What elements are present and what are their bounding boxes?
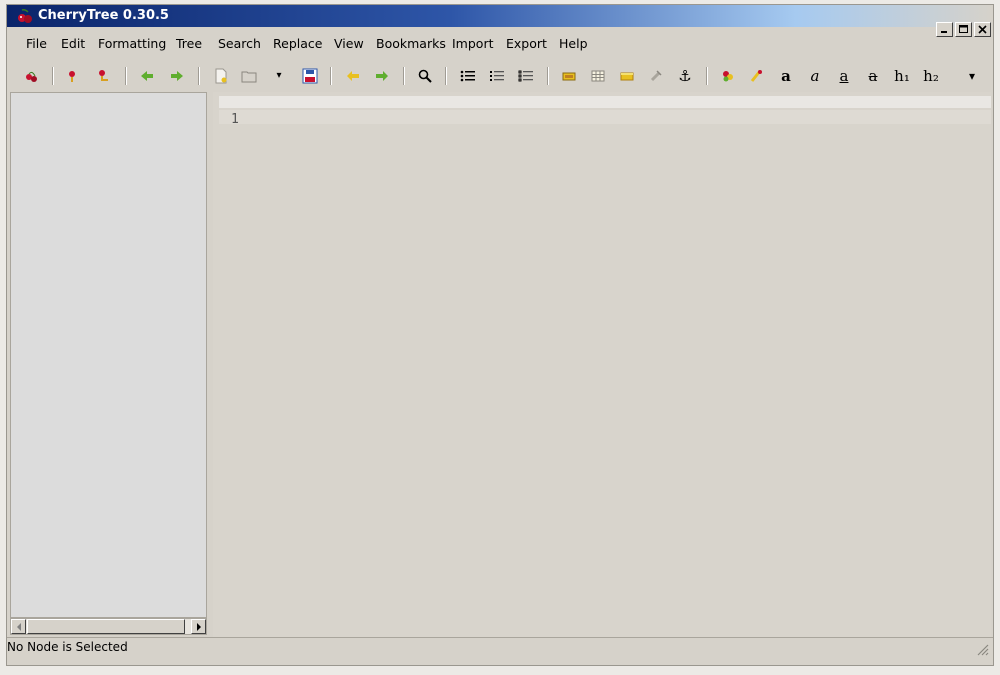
open-folder-icon[interactable] [238, 65, 260, 87]
underline-button[interactable]: a [833, 65, 855, 87]
main-toolbar: ▾ ⚓ a a a a h₁ h₂ ▾ [7, 61, 993, 91]
toolbar-separator [198, 67, 200, 85]
toolbar-separator [52, 67, 54, 85]
cherry-app-icon [16, 8, 34, 24]
status-bar: No Node is Selected [7, 637, 993, 658]
bold-button[interactable]: a [775, 65, 797, 87]
toolbar-separator [445, 67, 447, 85]
menu-formatting[interactable]: Formatting [98, 36, 166, 51]
toolbar-separator [706, 67, 708, 85]
go-forward-icon[interactable] [166, 65, 188, 87]
heading-2-button[interactable]: h₂ [920, 65, 942, 87]
toolbar-overflow-chevron-icon[interactable]: ▾ [961, 65, 983, 87]
menu-replace[interactable]: Replace [273, 36, 322, 51]
scroll-left-arrow-icon[interactable] [11, 619, 26, 634]
redo-icon[interactable] [371, 65, 393, 87]
text-background-color-icon[interactable] [746, 65, 768, 87]
toolbar-separator [125, 67, 127, 85]
menu-view[interactable]: View [334, 36, 364, 51]
find-icon[interactable] [414, 65, 436, 87]
menu-bar: File Edit Formatting Tree Search Replace… [7, 31, 993, 57]
menu-help[interactable]: Help [559, 36, 588, 51]
menu-bookmarks[interactable]: Bookmarks [376, 36, 446, 51]
numbered-list-icon[interactable] [486, 65, 508, 87]
text-foreground-color-icon[interactable] [717, 65, 739, 87]
open-dropdown-arrow[interactable]: ▾ [268, 65, 290, 87]
status-text: No Node is Selected [7, 640, 128, 654]
scroll-thumb[interactable] [27, 619, 185, 634]
bulleted-list-icon[interactable] [457, 65, 479, 87]
toolbar-separator [403, 67, 405, 85]
menu-tree[interactable]: Tree [176, 36, 202, 51]
save-icon[interactable] [299, 65, 321, 87]
insert-image-icon[interactable] [558, 65, 580, 87]
toolbar-separator [547, 67, 549, 85]
heading-1-button[interactable]: h₁ [891, 65, 913, 87]
todo-list-icon[interactable] [515, 65, 537, 87]
add-node-icon[interactable] [61, 65, 83, 87]
tree-horizontal-scrollbar[interactable] [10, 618, 207, 635]
tree-cherries-icon[interactable] [21, 65, 43, 87]
menu-search[interactable]: Search [218, 36, 261, 51]
insert-anchor-icon[interactable]: ⚓ [674, 65, 696, 87]
editor-header-strip [219, 96, 991, 108]
title-bar[interactable]: CherryTree 0.30.5 [7, 5, 993, 27]
insert-link-icon[interactable] [645, 65, 667, 87]
toolbar-separator [330, 67, 332, 85]
italic-button[interactable]: a [804, 65, 826, 87]
undo-icon[interactable] [342, 65, 364, 87]
window-title: CherryTree 0.30.5 [38, 8, 169, 23]
insert-codebox-icon[interactable] [616, 65, 638, 87]
insert-table-icon[interactable] [587, 65, 609, 87]
menu-file[interactable]: File [26, 36, 47, 51]
line-number: 1 [231, 112, 239, 127]
strikethrough-button[interactable]: a [862, 65, 884, 87]
go-back-icon[interactable] [136, 65, 158, 87]
add-subnode-icon[interactable] [93, 65, 115, 87]
cherrytree-window: CherryTree 0.30.5 File Edit Formatting T… [6, 4, 994, 666]
editor-current-line [219, 110, 991, 124]
menu-import[interactable]: Import [452, 36, 494, 51]
tree-panel[interactable] [10, 92, 207, 618]
new-file-icon[interactable] [210, 65, 232, 87]
menu-edit[interactable]: Edit [61, 36, 85, 51]
resize-grip-icon[interactable] [975, 642, 989, 656]
menu-export[interactable]: Export [506, 36, 547, 51]
text-editor[interactable]: 1 [213, 92, 991, 637]
scroll-right-arrow-icon[interactable] [191, 619, 206, 634]
